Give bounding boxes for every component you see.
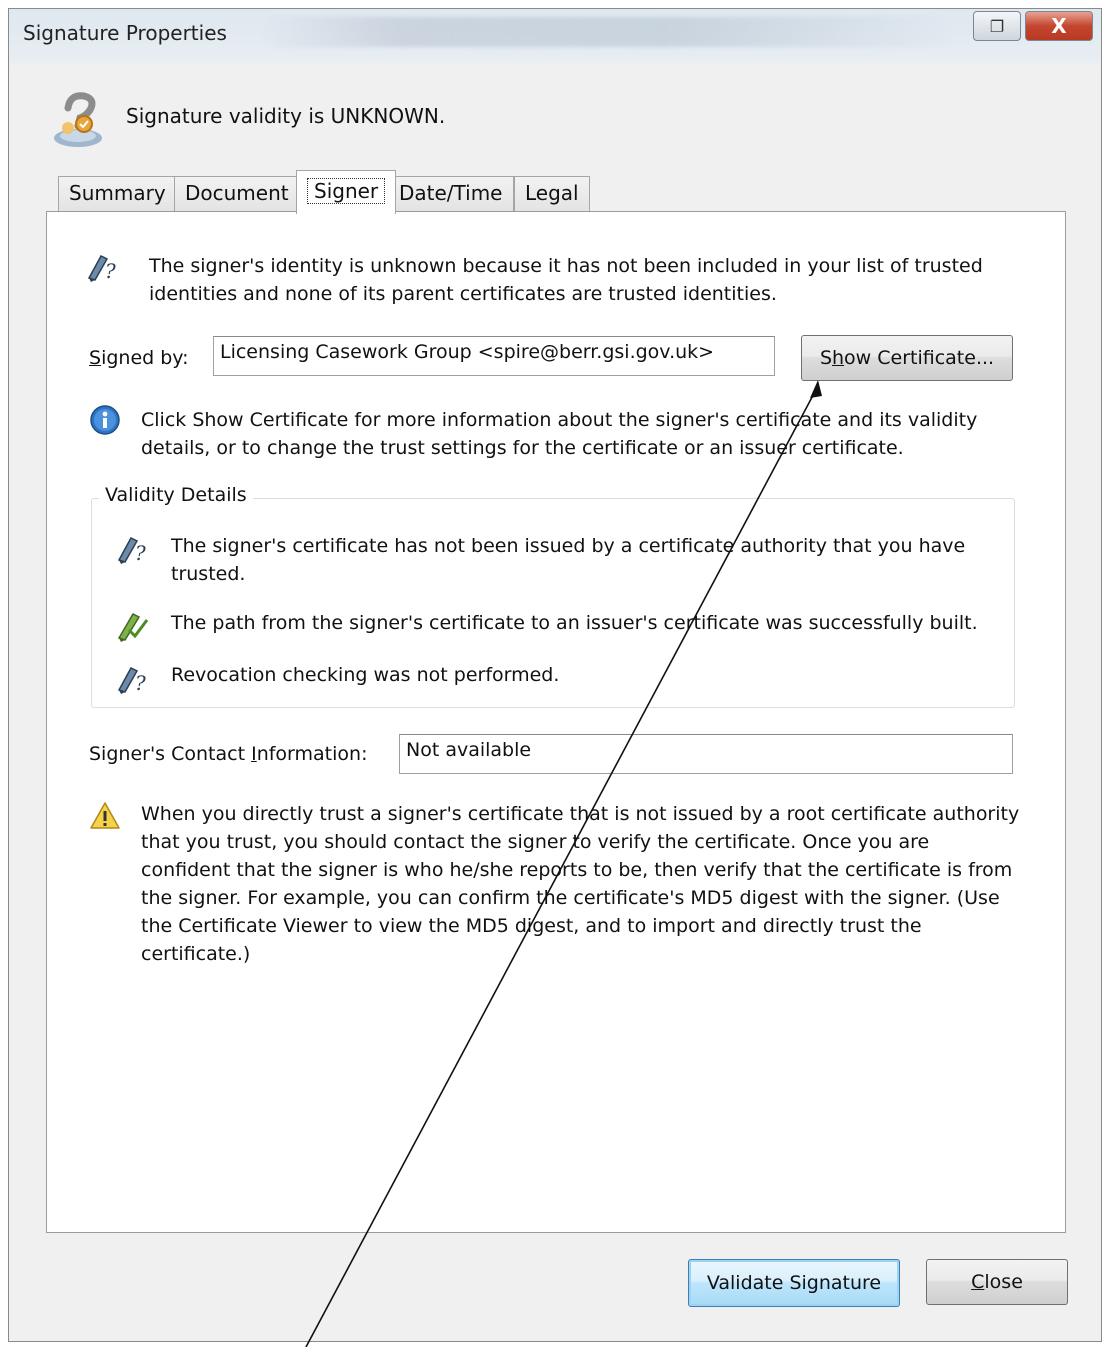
close-button[interactable]: Close <box>926 1259 1068 1305</box>
signed-by-label-accel: S <box>89 347 102 369</box>
signer-tab-panel: ? The signer's identity is unknown becau… <box>46 211 1066 1233</box>
show-certificate-label-post: ow Certificate... <box>844 347 995 369</box>
unknown-pen-icon: ? <box>117 537 146 565</box>
unknown-signature-icon <box>54 92 102 147</box>
signed-by-field[interactable]: Licensing Casework Group <spire@berr.gsi… <box>213 336 775 376</box>
tab-legal[interactable]: Legal <box>514 176 590 212</box>
window-title: Signature Properties <box>23 21 227 45</box>
svg-text:?: ? <box>135 671 146 695</box>
info-icon <box>90 405 120 435</box>
contact-info-label-post: nformation: <box>256 743 368 765</box>
tab-summary-label: Summary <box>69 181 166 205</box>
svg-text:?: ? <box>105 259 116 283</box>
validity-item-text: The path from the signer's certificate t… <box>171 612 978 634</box>
contact-info-label-pre: Signer's Contact <box>89 743 252 765</box>
title-bar[interactable]: Signature Properties ❐ X <box>9 9 1101 59</box>
validate-signature-button[interactable]: Validate Signature <box>688 1259 900 1307</box>
validity-item-text: Revocation checking was not performed. <box>171 664 560 686</box>
restore-icon: ❐ <box>989 16 1005 36</box>
restore-button[interactable]: ❐ <box>973 11 1021 41</box>
show-certificate-label-pre: S <box>819 347 832 369</box>
show-certificate-button[interactable]: Sh ow Certificate... <box>801 335 1013 381</box>
signer-identity-message: The signer's identity is unknown because… <box>149 255 983 305</box>
signed-by-label-rest: igned by: <box>101 347 189 369</box>
tab-date-time-label: Date/Time <box>399 181 503 205</box>
tab-signer[interactable]: Signer <box>296 170 397 214</box>
contact-info-label: Signer's Contact Information: <box>89 740 367 768</box>
tab-document[interactable]: Document <box>174 176 300 212</box>
tab-date-time[interactable]: Date/Time <box>388 176 514 212</box>
tab-signer-label: Signer <box>307 178 386 204</box>
tab-legal-label: Legal <box>525 181 579 205</box>
signed-by-label: Signed by: <box>89 344 189 372</box>
show-certificate-info-message: Click Show Certificate for more informat… <box>141 409 978 459</box>
signature-status-text: Signature validity is UNKNOWN. <box>126 104 446 128</box>
close-window-button[interactable]: X <box>1025 11 1093 41</box>
valid-pen-icon <box>117 613 149 642</box>
tab-summary[interactable]: Summary <box>58 176 177 212</box>
unknown-pen-icon: ? <box>117 667 146 695</box>
close-button-accel: C <box>971 1271 985 1293</box>
close-icon: X <box>1051 14 1067 38</box>
svg-text:?: ? <box>135 541 146 565</box>
validity-item-text: The signer's certificate has not been is… <box>171 535 966 585</box>
tab-bar: Summary Document Signer Date/Time Legal <box>46 170 1066 214</box>
close-button-label-rest: lose <box>984 1271 1023 1293</box>
title-bar-background <box>259 17 959 47</box>
tab-document-label: Document <box>185 181 289 205</box>
warning-icon <box>90 802 120 829</box>
contact-info-field[interactable]: Not available <box>399 734 1013 774</box>
unknown-pen-icon: ? <box>87 255 116 283</box>
show-certificate-accel: h <box>832 347 845 369</box>
trust-warning-message: When you directly trust a signer's certi… <box>141 803 1020 965</box>
validity-details-label: Validity Details <box>99 484 253 506</box>
